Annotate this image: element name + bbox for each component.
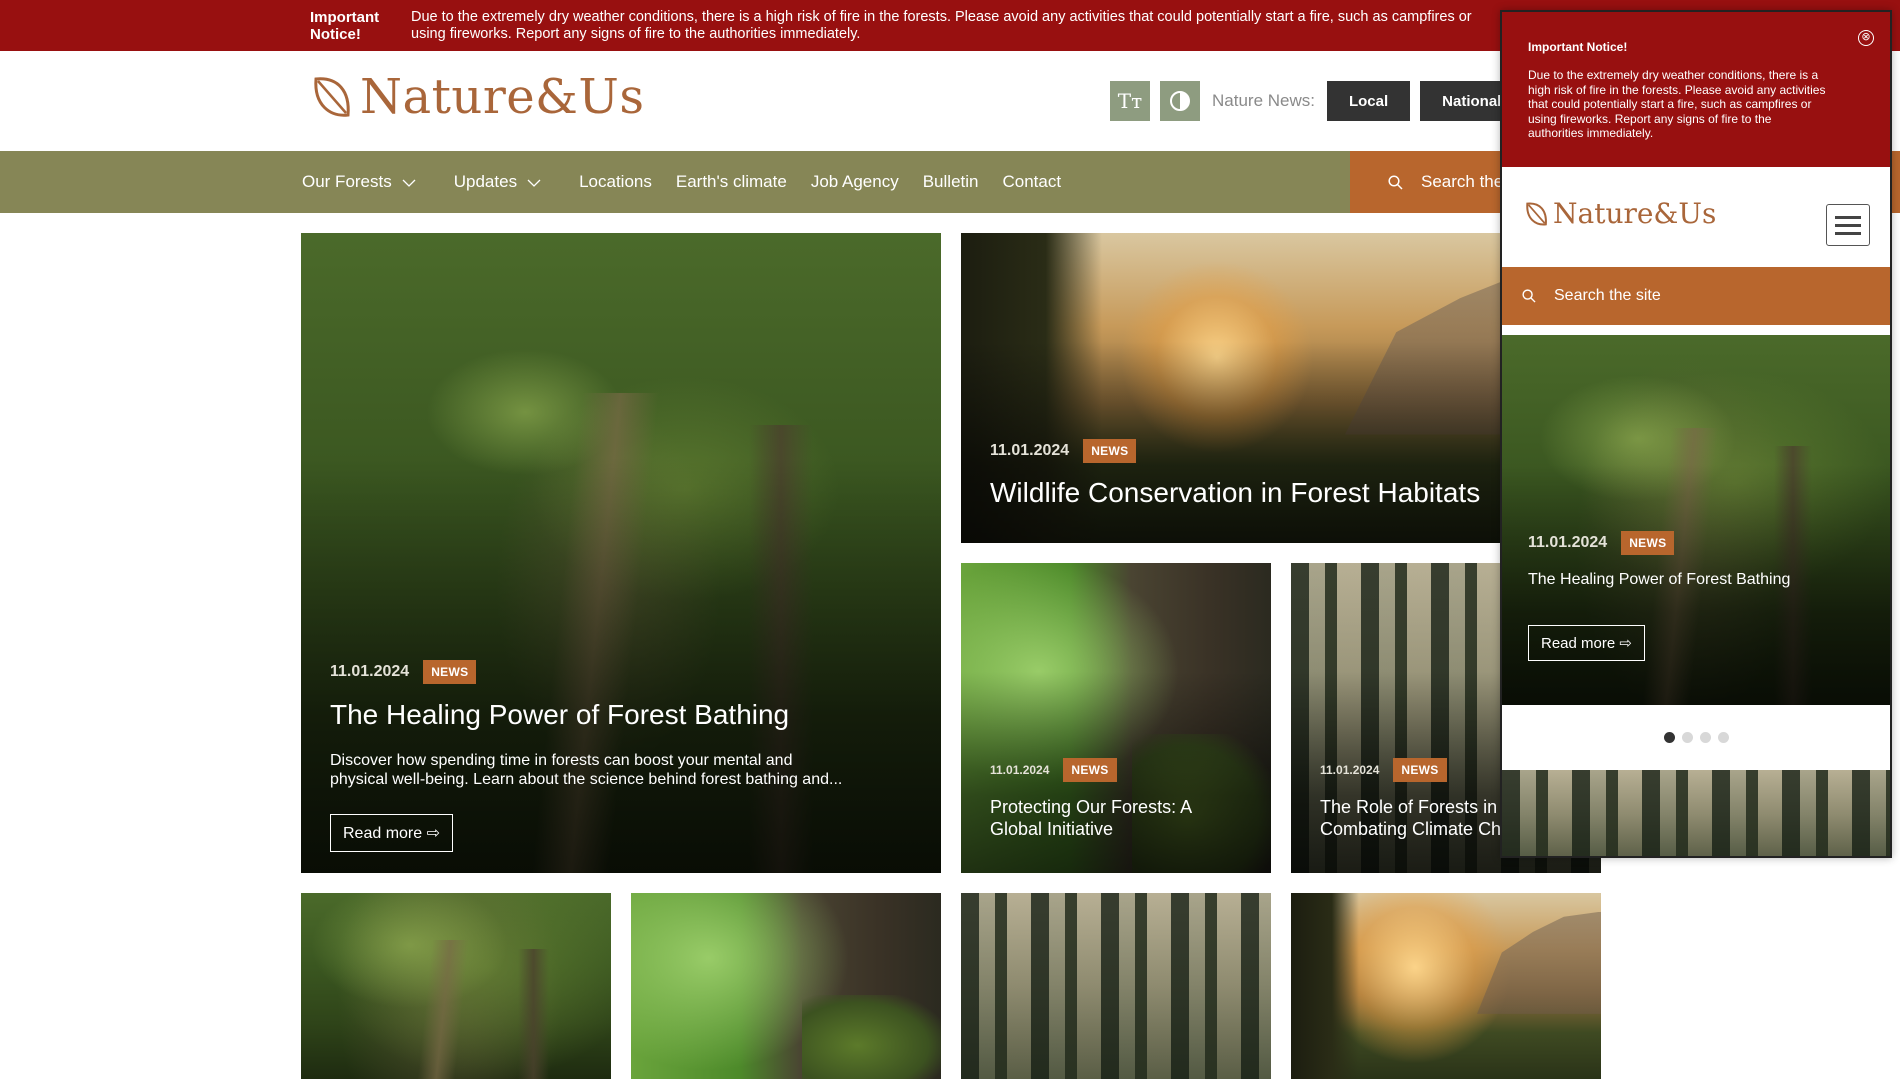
contrast-button[interactable] — [1160, 81, 1200, 121]
article-image — [1502, 770, 1890, 856]
article-date: 11.01.2024 — [1320, 763, 1380, 777]
read-more-button[interactable]: Read more ⇨ — [1528, 625, 1645, 661]
excerpt-line2: physical well-being. Learn about the sci… — [330, 771, 843, 788]
leaf-logo-icon — [1526, 202, 1547, 225]
hamburger-menu-icon[interactable] — [1826, 204, 1870, 246]
text-size-icon: Tт — [1117, 89, 1143, 113]
article-image — [961, 893, 1271, 1079]
article-date: 11.01.2024 — [990, 442, 1070, 459]
article-meta: 11.01.2024 NEWS — [990, 439, 1137, 463]
alert-message-line2: using fireworks. Report any signs of fir… — [411, 26, 861, 42]
local-news-button[interactable]: Local — [1326, 81, 1411, 121]
nature-news-label: Nature News: — [1212, 91, 1315, 110]
nav-item-contact[interactable]: Contact — [1002, 172, 1061, 192]
logo-wordmark: Nature&Us — [1553, 197, 1717, 230]
logo-wordmark: Nature&Us — [360, 69, 645, 125]
article-title[interactable]: Wildlife Conservation in Forest Habitats — [990, 477, 1480, 509]
chevron-down-icon — [402, 172, 416, 192]
excerpt-line1: Discover how spending time in forests ca… — [330, 752, 793, 769]
mobile-alert-title: Important Notice! — [1528, 40, 1628, 54]
article-card[interactable] — [961, 893, 1271, 1079]
nav-item-label: Contact — [1002, 172, 1062, 191]
slider-dot[interactable] — [1681, 732, 1693, 743]
title-line2: Global Initiative — [990, 819, 1114, 839]
nav-item-job-agency[interactable]: Job Agency — [811, 172, 899, 192]
article-image — [1291, 893, 1601, 1079]
featured-article-card[interactable]: 11.01.2024 NEWS The Healing Power of For… — [301, 233, 941, 873]
nav-item-label: Locations — [579, 172, 652, 191]
site-logo[interactable]: Nature&Us — [308, 67, 644, 127]
mobile-preview-window: Important Notice! Due to the extremely d… — [1500, 10, 1892, 858]
mobile-alert: Important Notice! Due to the extremely d… — [1502, 12, 1890, 167]
article-card[interactable] — [631, 893, 941, 1079]
article-meta: 11.01.2024 NEWS — [1528, 531, 1675, 555]
nav-item-earths-climate[interactable]: Earth's climate — [676, 172, 787, 192]
search-icon — [1388, 174, 1403, 190]
nav-item-label: Job Agency — [810, 172, 899, 191]
news-badge: NEWS — [1621, 531, 1675, 555]
article-date: 11.01.2024 — [990, 763, 1050, 777]
nav-item-label: Our Forests — [302, 172, 392, 191]
nav-item-our-forests[interactable]: Our Forests — [302, 172, 430, 192]
article-date: 11.01.2024 — [1528, 534, 1608, 551]
news-badge: NEWS — [1393, 758, 1447, 782]
mobile-next-card[interactable] — [1502, 770, 1890, 856]
chevron-down-icon — [527, 172, 541, 192]
mobile-logo[interactable]: Nature&Us — [1522, 197, 1716, 230]
article-title[interactable]: The Healing Power of Forest Bathing — [1528, 571, 1790, 589]
nav-item-locations[interactable]: Locations — [579, 172, 652, 192]
alert-title: Important Notice! — [310, 9, 380, 43]
article-meta: 11.01.2024 NEWS — [1320, 758, 1447, 782]
news-badge: NEWS — [1083, 439, 1137, 463]
read-more-button[interactable]: Read more ⇨ — [330, 814, 453, 852]
alert-message: Due to the extremely dry weather conditi… — [411, 9, 1501, 43]
nav-item-label: Updates — [453, 172, 518, 191]
contrast-icon — [1170, 91, 1190, 111]
article-excerpt: Discover how spending time in forests ca… — [330, 751, 920, 789]
article-card[interactable] — [301, 893, 611, 1079]
mobile-alert-message: Due to the extremely dry weather conditi… — [1528, 68, 1826, 140]
nav-item-bulletin[interactable]: Bulletin — [923, 172, 979, 192]
article-date: 11.01.2024 — [330, 663, 410, 680]
article-meta: 11.01.2024 NEWS — [990, 758, 1117, 782]
close-icon[interactable]: ⊗ — [1858, 30, 1874, 46]
article-title[interactable]: Protecting Our Forests: A Global Initiat… — [990, 796, 1192, 840]
text-size-button[interactable]: Tт — [1110, 81, 1150, 121]
nav-item-label: Earth's climate — [675, 172, 787, 191]
news-badge: NEWS — [1063, 758, 1117, 782]
article-image — [631, 893, 941, 1079]
nav-list: Our Forests Updates Locations Earth's cl… — [302, 151, 1085, 213]
nav-item-updates[interactable]: Updates — [454, 172, 555, 192]
mobile-slide-card[interactable]: 11.01.2024 NEWS The Healing Power of For… — [1502, 335, 1890, 705]
search-placeholder: Search the site — [1554, 287, 1661, 304]
news-badge: NEWS — [423, 660, 477, 684]
slider-dot[interactable] — [1663, 732, 1675, 743]
article-meta: 11.01.2024 NEWS — [330, 660, 477, 684]
article-image — [301, 893, 611, 1079]
slider-dot[interactable] — [1699, 732, 1711, 743]
article-card[interactable] — [1291, 893, 1601, 1079]
mobile-header: Nature&Us — [1502, 167, 1890, 267]
article-card[interactable]: 11.01.2024 NEWS Protecting Our Forests: … — [961, 563, 1271, 873]
mobile-search-input[interactable]: Search the site — [1502, 267, 1890, 325]
nav-item-label: Bulletin — [922, 172, 979, 191]
slider-dot[interactable] — [1717, 732, 1729, 743]
article-title[interactable]: The Healing Power of Forest Bathing — [330, 699, 789, 731]
alert-message-line1: Due to the extremely dry weather conditi… — [411, 9, 1472, 25]
slider-dots — [1502, 705, 1890, 770]
title-line1: Protecting Our Forests: A — [990, 797, 1193, 817]
leaf-logo-icon — [314, 77, 350, 117]
search-icon — [1522, 289, 1536, 303]
header-tools: Tт Nature News: Local National — [1110, 81, 1524, 121]
